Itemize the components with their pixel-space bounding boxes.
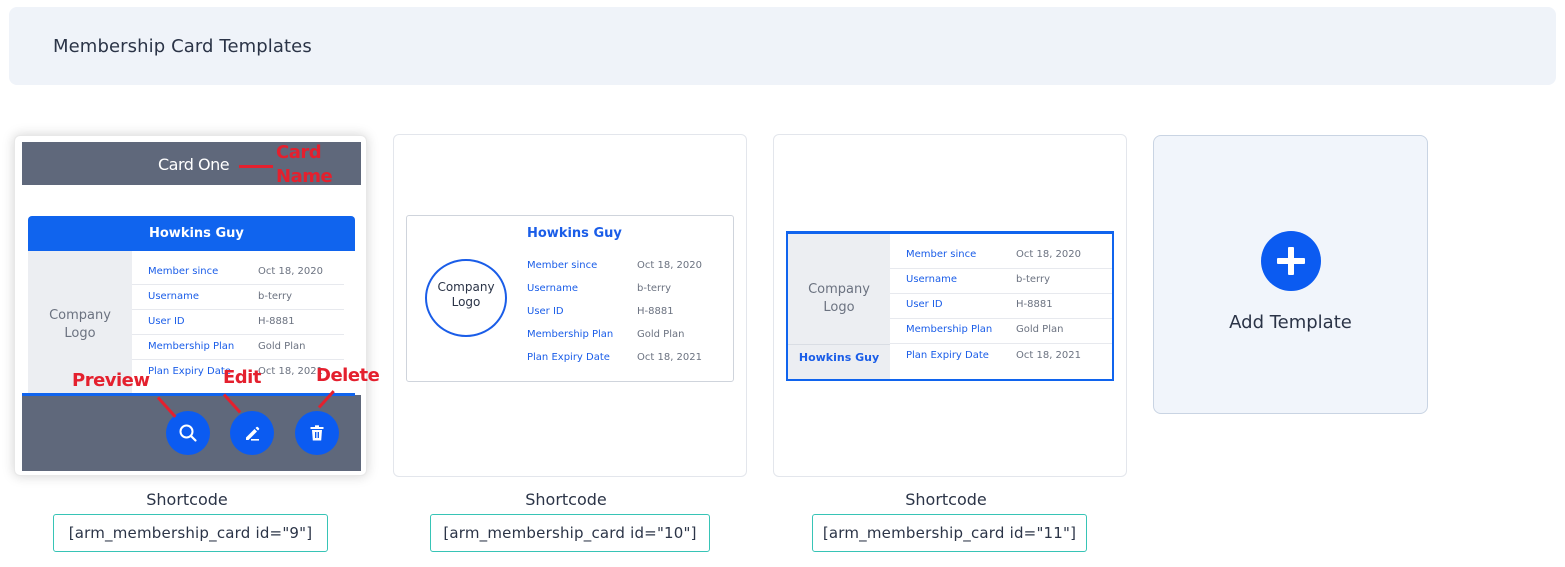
overlay-accent-line	[22, 393, 355, 396]
template-card-2[interactable]: Company Logo Howkins Guy Member since Oc…	[393, 134, 747, 477]
template-card-1[interactable]: Card One Card Name Howkins Guy Company L…	[14, 135, 380, 476]
row-value: H-8881	[1016, 299, 1053, 310]
row-divider	[788, 344, 890, 345]
annotation-edit: Edit	[223, 367, 261, 388]
row-divider	[890, 268, 1112, 269]
row-value: b-terry	[1016, 274, 1050, 285]
row-label: User ID	[906, 299, 943, 310]
row-label: Plan Expiry Date	[527, 352, 610, 363]
row-label: Membership Plan	[527, 329, 614, 340]
row-value: Oct 18, 2021	[258, 366, 323, 377]
page-title: Membership Card Templates	[53, 36, 312, 57]
row-divider	[890, 293, 1112, 294]
annotation-card-name: Card Name	[276, 142, 333, 187]
card-name-bar: Card One Card Name	[22, 142, 361, 187]
annotation-delete: Delete	[316, 365, 380, 386]
card-preview-sidebar: Company Logo Howkins Guy	[788, 234, 890, 379]
row-label: Member since	[148, 266, 219, 277]
row-label: Username	[906, 274, 957, 285]
page-header: Membership Card Templates	[9, 7, 1556, 85]
row-value: Oct 18, 2020	[258, 266, 323, 277]
annotation-pointer	[239, 165, 273, 168]
shortcode-field[interactable]: [arm_membership_card id="11"]	[812, 514, 1087, 552]
shortcode-label: Shortcode	[146, 490, 228, 509]
pencil-icon	[246, 426, 260, 441]
shortcode-label: Shortcode	[905, 490, 987, 509]
annotation-preview: Preview	[72, 370, 150, 391]
row-label: Plan Expiry Date	[906, 350, 989, 361]
company-logo-circle: Company Logo	[425, 259, 507, 337]
row-value: b-terry	[637, 283, 671, 294]
preview-button[interactable]	[166, 411, 210, 455]
row-divider	[132, 334, 344, 335]
row-value: Gold Plan	[258, 341, 306, 352]
row-label: Username	[527, 283, 578, 294]
row-label: Plan Expiry Date	[148, 366, 231, 377]
row-label: Membership Plan	[148, 341, 235, 352]
row-value: Oct 18, 2021	[1016, 350, 1081, 361]
row-value: H-8881	[258, 316, 295, 327]
row-label: Username	[148, 291, 199, 302]
row-value: b-terry	[258, 291, 292, 302]
row-divider	[132, 309, 344, 310]
plus-icon	[1261, 231, 1321, 291]
member-name: Howkins Guy	[149, 226, 244, 241]
row-divider	[132, 359, 344, 360]
company-logo: Company Logo	[808, 282, 870, 315]
shortcode-label: Shortcode	[525, 490, 607, 509]
row-value: Oct 18, 2020	[637, 260, 702, 271]
shortcode-field[interactable]: [arm_membership_card id="9"]	[53, 514, 328, 552]
row-value: Gold Plan	[1016, 324, 1064, 335]
company-logo: Company Logo	[49, 308, 111, 341]
trash-icon	[310, 425, 324, 441]
member-name: Howkins Guy	[527, 226, 622, 241]
row-label: Member since	[527, 260, 598, 271]
company-logo: Company Logo	[437, 280, 495, 309]
card-name: Card One	[158, 155, 230, 174]
add-template-label: Add Template	[1229, 312, 1352, 333]
row-divider	[890, 318, 1112, 319]
row-value: Oct 18, 2020	[1016, 249, 1081, 260]
edit-button[interactable]	[230, 411, 274, 455]
row-label: User ID	[527, 306, 564, 317]
card-preview-header: Howkins Guy	[28, 216, 355, 251]
row-value: H-8881	[637, 306, 674, 317]
card-preview-thumbnail: Company Logo Howkins Guy Member since Oc…	[786, 231, 1114, 381]
template-card-3[interactable]: Company Logo Howkins Guy Member since Oc…	[773, 134, 1127, 477]
row-divider	[890, 343, 1112, 344]
delete-button[interactable]	[295, 411, 339, 455]
add-template-button[interactable]: Add Template	[1153, 135, 1428, 414]
member-name: Howkins Guy	[798, 351, 880, 364]
row-label: Member since	[906, 249, 977, 260]
search-icon	[179, 424, 197, 442]
row-label: User ID	[148, 316, 185, 327]
row-divider	[132, 284, 344, 285]
shortcode-field[interactable]: [arm_membership_card id="10"]	[430, 514, 710, 552]
row-value: Oct 18, 2021	[637, 352, 702, 363]
row-label: Membership Plan	[906, 324, 993, 335]
card-preview-thumbnail: Company Logo Howkins Guy Member since Oc…	[406, 215, 734, 382]
row-value: Gold Plan	[637, 329, 685, 340]
